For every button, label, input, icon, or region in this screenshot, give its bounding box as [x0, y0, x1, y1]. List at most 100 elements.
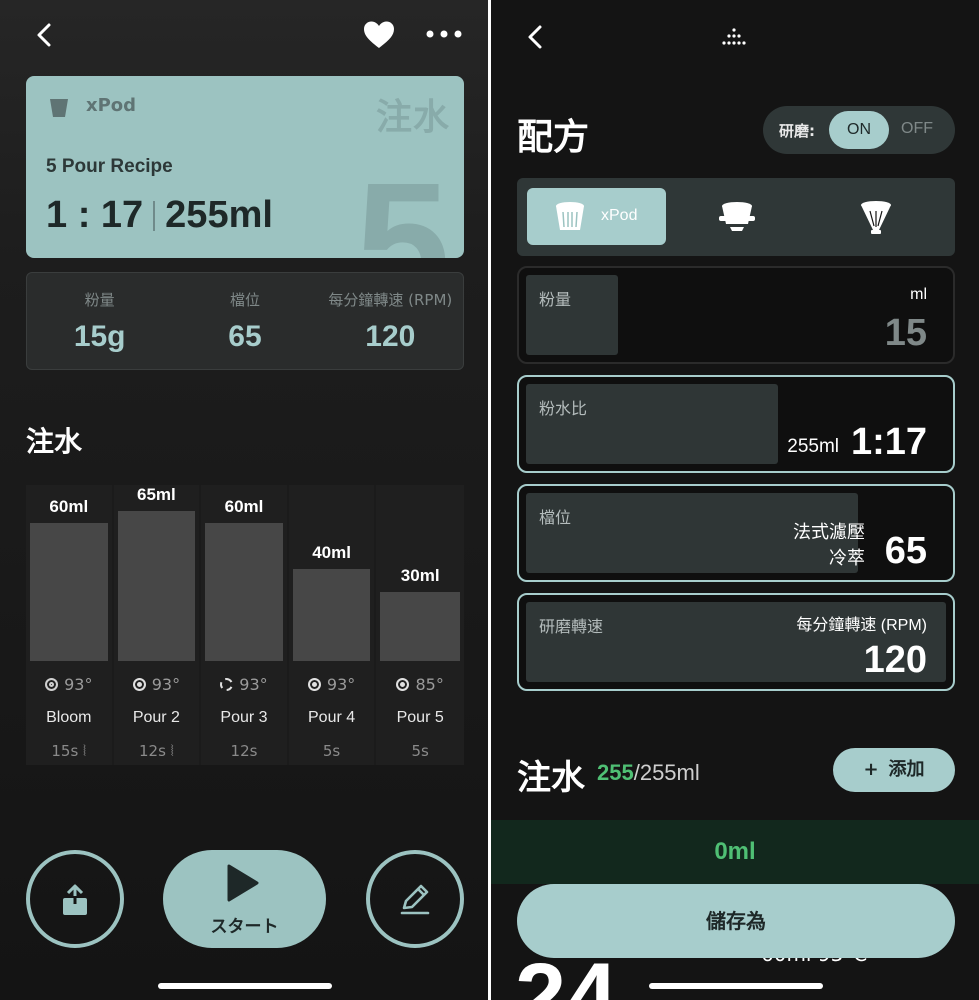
pour-amount: 40ml — [312, 543, 351, 562]
cone-dripper-icon — [861, 201, 891, 234]
param-label: 檔位 — [539, 508, 572, 527]
edit-button[interactable] — [366, 850, 464, 948]
grind-on-option[interactable]: ON — [829, 111, 889, 149]
param-value: 15 — [884, 312, 927, 354]
pour-count-number: 5 — [355, 148, 450, 258]
stat-value: 65 — [228, 320, 262, 353]
pour-name: Pour 3 — [220, 709, 268, 726]
pencil-icon — [400, 884, 430, 915]
start-label: スタート — [210, 917, 279, 937]
page-title: 配方 — [517, 117, 590, 158]
pour-step[interactable]: 65ml 93° Pour 2 12s ⦚ — [113, 485, 202, 765]
dripper-option-cone[interactable] — [805, 188, 944, 245]
dripper-option-xpod[interactable]: xPod — [527, 188, 666, 245]
play-icon — [227, 864, 259, 902]
grind-hint-french-press: 法式濾壓 — [793, 522, 865, 543]
pour-step[interactable]: 60ml 93° Bloom 15s ⦚ — [26, 485, 114, 765]
dots-grid-icon[interactable] — [718, 28, 750, 48]
stat-grind-level: 檔位 65 — [172, 273, 317, 369]
center-pour-icon — [396, 678, 410, 691]
pour-duration: 15s ⦚ — [51, 742, 87, 760]
stat-label: 每分鐘轉速 (RPM) — [328, 291, 453, 309]
chevron-left-icon[interactable] — [30, 20, 60, 50]
plus-icon: + — [863, 759, 879, 780]
pour-total-volume: /255ml — [633, 760, 700, 785]
pour-name: Pour 2 — [132, 709, 180, 726]
start-button[interactable]: スタート — [163, 850, 326, 948]
temperature-value: 85° — [415, 675, 444, 694]
pour-step[interactable]: 60ml 93° Pour 3 12s — [201, 485, 289, 765]
dripper-option-flat[interactable] — [666, 188, 805, 245]
ratio-value: 1 : 17 — [46, 194, 144, 236]
ellipsis-icon[interactable] — [424, 24, 464, 44]
pour-volume-count: 255/255ml — [597, 760, 700, 786]
param-value: 65 — [884, 530, 927, 572]
xpod-cup-icon — [556, 202, 584, 230]
dripper-label: xPod — [601, 207, 638, 224]
watermark-text: 注水 — [375, 97, 450, 138]
add-pour-button[interactable]: + 添加 — [833, 748, 955, 792]
circle-pour-icon — [220, 678, 234, 691]
param-value: 120 — [863, 639, 927, 681]
pour-done-volume: 255 — [597, 760, 634, 785]
recipe-detail-screen: 注水 5 xPod 5 Pour Recipe 1 : 17 255ml 粉量 … — [0, 0, 488, 1000]
pour-temperature: 85° — [376, 675, 464, 694]
share-icon — [63, 884, 87, 915]
stat-label: 粉量 — [84, 291, 115, 309]
ratio-line: 1 : 17 255ml — [46, 194, 273, 237]
chevron-left-icon[interactable] — [521, 22, 551, 52]
pour-name: Bloom — [46, 709, 92, 726]
temperature-value: 93° — [239, 675, 268, 694]
param-label: 粉水比 — [539, 399, 588, 418]
ratio-param[interactable]: 粉水比 255ml 1:17 — [517, 375, 955, 473]
heart-icon[interactable] — [362, 20, 396, 50]
temperature-value: 93° — [326, 675, 356, 694]
stat-dose: 粉量 15g — [27, 273, 172, 369]
grind-toggle-label: 研磨: — [779, 122, 815, 140]
dose-param[interactable]: 粉量 ml 15 — [517, 266, 955, 364]
temperature-value: 93° — [151, 675, 181, 694]
param-value: 1:17 — [850, 421, 927, 463]
pour-volume-bar — [117, 511, 196, 661]
recipe-card[interactable]: 注水 5 xPod 5 Pour Recipe 1 : 17 255ml — [26, 76, 464, 258]
save-as-button[interactable]: 儲存為 — [517, 884, 955, 958]
home-indicator[interactable] — [649, 983, 823, 989]
grind-toggle[interactable]: 研磨: ON OFF — [763, 106, 955, 154]
grind-stats: 粉量 15g 檔位 65 每分鐘轉速 (RPM) 120 — [26, 272, 464, 370]
stat-rpm: 每分鐘轉速 (RPM) 120 — [318, 273, 463, 369]
param-unit: 每分鐘轉速 (RPM) — [796, 617, 927, 634]
grind-level-param[interactable]: 檔位 法式濾壓 冷萃 65 — [517, 484, 955, 582]
pour-duration: 12s — [230, 742, 258, 760]
share-button[interactable] — [26, 850, 124, 948]
stat-label: 檔位 — [229, 291, 260, 309]
rpm-param[interactable]: 研磨轉速 每分鐘轉速 (RPM) 120 — [517, 593, 955, 691]
ratio-volume: 255ml — [787, 436, 839, 457]
pour-step[interactable]: 30ml 85° Pour 5 5s — [376, 485, 464, 765]
center-pour-icon — [307, 678, 321, 691]
pour-amount: 60ml — [49, 497, 89, 516]
param-label: 研磨轉速 — [539, 617, 604, 636]
bloom-spiral-icon — [45, 678, 59, 691]
pour-temperature: 93° — [201, 675, 287, 694]
pour-amount: 60ml — [224, 497, 264, 516]
pour-amount: 30ml — [400, 566, 440, 585]
flat-dripper-icon — [719, 202, 755, 231]
temperature-value: 93° — [64, 675, 93, 694]
param-label: 粉量 — [539, 290, 572, 309]
divider — [153, 200, 156, 231]
pour-temperature: 93° — [114, 675, 200, 694]
pour-volume-bar — [292, 569, 371, 661]
pour-section-title: 注水 — [26, 425, 83, 458]
pour-step[interactable]: 40ml 93° Pour 4 5s — [288, 485, 377, 765]
param-unit: ml — [910, 286, 927, 303]
pour-duration: 12s ⦚ — [138, 742, 174, 760]
pour-name: Pour 5 — [396, 709, 444, 726]
grind-off-option[interactable]: OFF — [901, 120, 933, 138]
pour-temperature: 93° — [289, 675, 375, 694]
volume-value: 255ml — [165, 194, 273, 236]
pour-steps: 60ml 93° Bloom 15s ⦚ 65ml 93° Pour 2 12s ⦚ 60ml 9… — [26, 485, 464, 765]
xpod-cup-icon — [50, 99, 68, 117]
pod-label: xPod — [86, 95, 137, 116]
pour-section-title: 注水 — [517, 758, 585, 798]
home-indicator[interactable] — [158, 983, 332, 989]
